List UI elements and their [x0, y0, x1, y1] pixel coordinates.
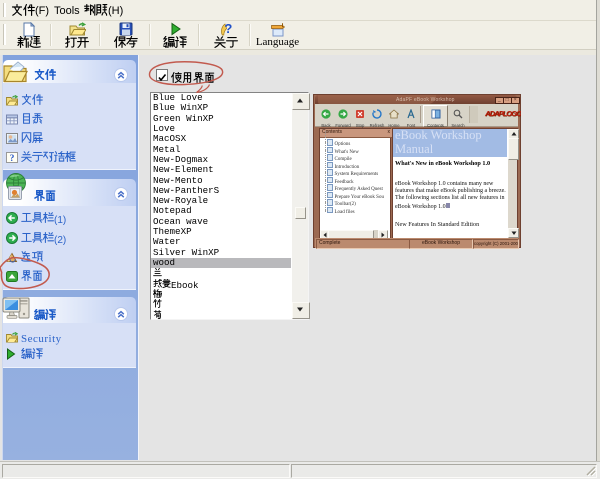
svg-text:?: ?	[224, 22, 232, 36]
svg-text:?: ?	[10, 154, 15, 163]
